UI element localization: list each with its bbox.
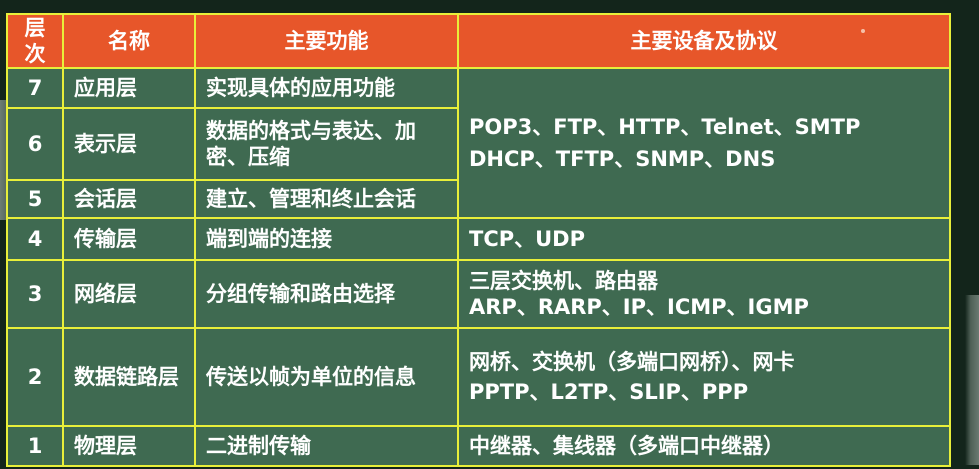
row-function-cell: 建立、管理和终止会话 — [194, 179, 459, 219]
osi-layers-table: 层次 名称 主要功能 主要设备及协议 7 应用层 实现具体的应用功能 POP3、… — [6, 13, 951, 467]
row-level-cell: 1 — [6, 425, 64, 467]
header-name: 名称 — [62, 13, 196, 69]
row-function-cell: 实现具体的应用功能 — [194, 67, 459, 109]
row-devices-line: 中继器、集线器（多端口中继器） — [469, 434, 784, 458]
table-row: 3 网络层 分组传输和路由选择 三层交换机、路由器 ARP、RARP、IP、IC… — [6, 259, 951, 329]
row-name-cell: 物理层 — [62, 425, 196, 467]
row-devices-line: TCP、UDP — [469, 227, 586, 251]
table-row: 7 应用层 实现具体的应用功能 POP3、FTP、HTTP、Telnet、SMT… — [6, 67, 951, 219]
row-name-cell: 表示层 — [62, 107, 196, 181]
row-function-cell: 传送以帧为单位的信息 — [194, 327, 459, 427]
table-row: 1 物理层 二进制传输 中继器、集线器（多端口中继器） — [6, 425, 951, 467]
header-devices-label: 主要设备及协议 — [630, 29, 778, 53]
header-level: 层次 — [6, 13, 64, 69]
table-header-row: 层次 名称 主要功能 主要设备及协议 — [6, 13, 951, 69]
upper-layers-protocols-line-1: POP3、FTP、HTTP、Telnet、SMTP — [469, 115, 861, 139]
row-devices-line: 网桥、交换机（多端口网桥）、网卡 — [469, 350, 795, 374]
row-devices-cell: 网桥、交换机（多端口网桥）、网卡 PPTP、L2TP、SLIP、PPP — [457, 327, 951, 427]
row-name-cell: 应用层 — [62, 67, 196, 109]
background-edge-right — [965, 295, 979, 465]
upper-layers-protocols-line-2: DHCP、TFTP、SNMP、DNS — [469, 147, 776, 171]
table-row: 2 数据链路层 传送以帧为单位的信息 网桥、交换机（多端口网桥）、网卡 PPTP… — [6, 327, 951, 427]
row-name-cell: 会话层 — [62, 179, 196, 219]
header-dot — [861, 29, 865, 33]
row-devices-line: ARP、RARP、IP、ICMP、IGMP — [469, 295, 809, 319]
row-level-cell: 2 — [6, 327, 64, 427]
row-devices-cell: 中继器、集线器（多端口中继器） — [457, 425, 951, 467]
table-row: 4 传输层 端到端的连接 TCP、UDP — [6, 217, 951, 261]
header-function: 主要功能 — [194, 13, 459, 69]
upper-layers-devices-cell: POP3、FTP、HTTP、Telnet、SMTP DHCP、TFTP、SNMP… — [457, 67, 951, 219]
row-level-cell: 3 — [6, 259, 64, 329]
row-name-cell: 数据链路层 — [62, 327, 196, 427]
row-level-cell: 6 — [6, 107, 64, 181]
row-devices-line: 三层交换机、路由器 — [469, 269, 658, 293]
row-name-cell: 传输层 — [62, 217, 196, 261]
row-level-cell: 5 — [6, 179, 64, 219]
row-function-cell: 二进制传输 — [194, 425, 459, 467]
row-devices-cell: 三层交换机、路由器 ARP、RARP、IP、ICMP、IGMP — [457, 259, 951, 329]
row-level-cell: 4 — [6, 217, 64, 261]
row-function-cell: 端到端的连接 — [194, 217, 459, 261]
header-devices: 主要设备及协议 — [457, 13, 951, 69]
row-level-cell: 7 — [6, 67, 64, 109]
row-name-cell: 网络层 — [62, 259, 196, 329]
row-devices-cell: TCP、UDP — [457, 217, 951, 261]
row-devices-line: PPTP、L2TP、SLIP、PPP — [469, 380, 749, 404]
row-function-cell: 数据的格式与表达、加密、压缩 — [194, 107, 459, 181]
row-function-cell: 分组传输和路由选择 — [194, 259, 459, 329]
